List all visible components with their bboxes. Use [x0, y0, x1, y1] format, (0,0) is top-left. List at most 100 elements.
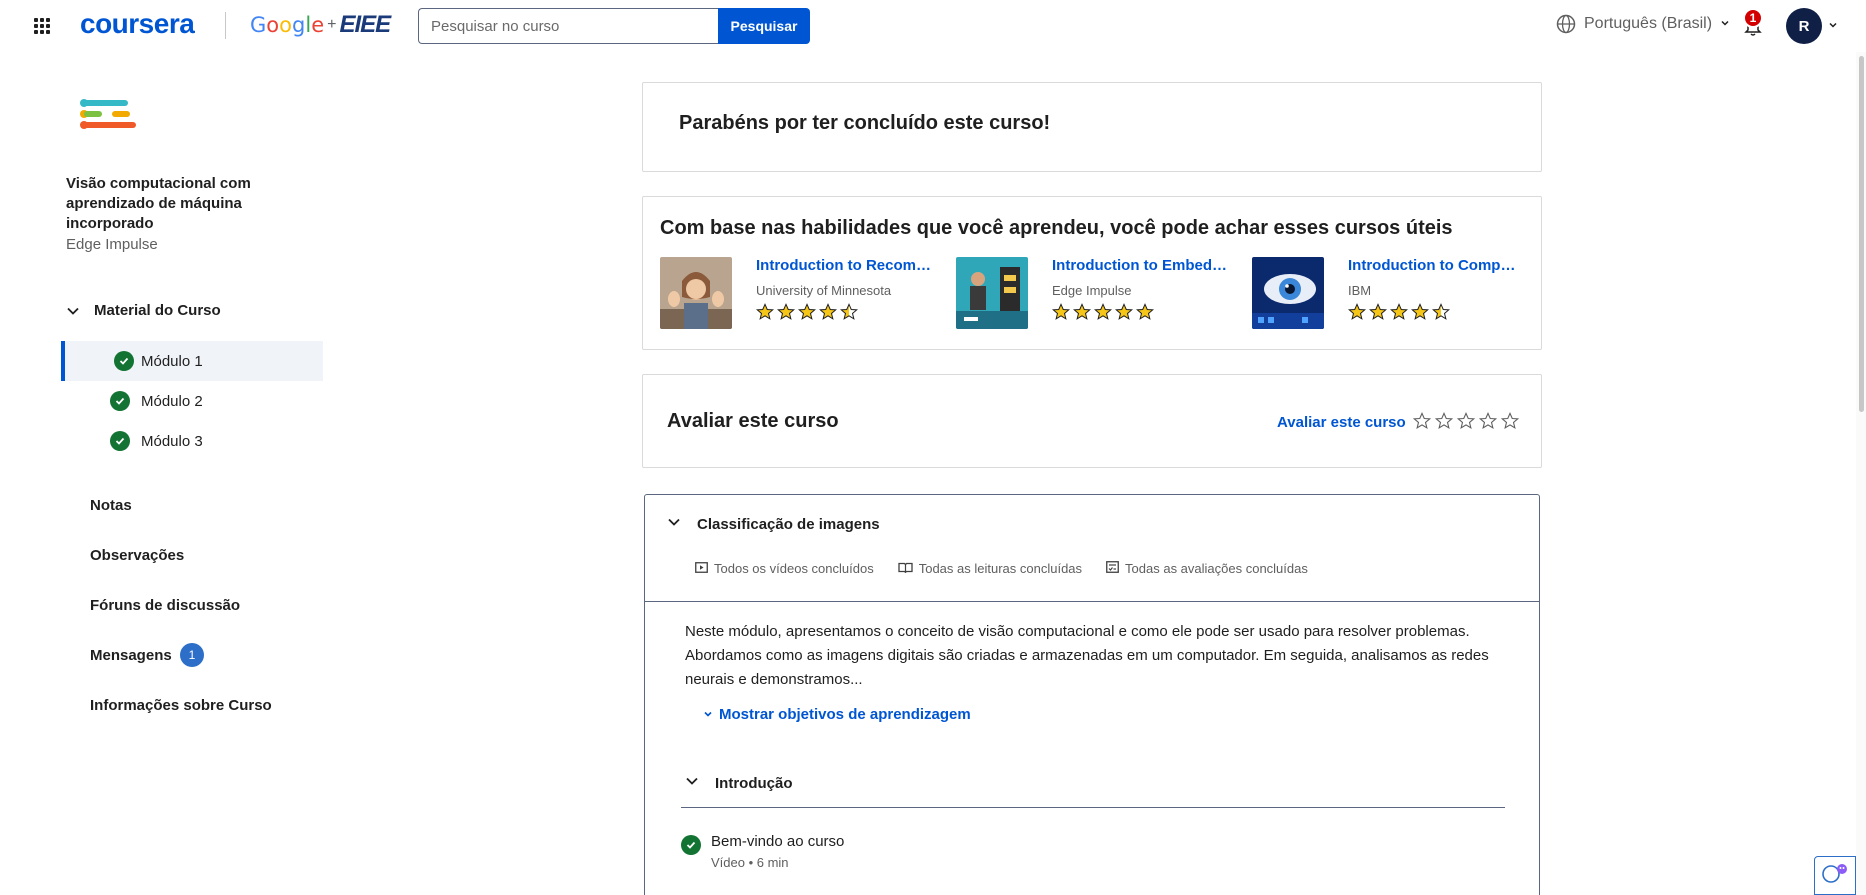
sidebar-item-modulo-2[interactable]: Módulo 2 [61, 381, 323, 421]
language-label: Português (Brasil) [1584, 15, 1713, 32]
star-full-icon [1369, 303, 1387, 326]
apps-grid-icon[interactable] [34, 18, 50, 34]
course-thumbnail[interactable] [1252, 257, 1324, 329]
notification-badge[interactable]: 1 [1743, 8, 1763, 28]
star-half-icon [1432, 303, 1450, 326]
chevron-down-icon [667, 515, 681, 533]
rating-stars [756, 303, 858, 326]
sidebar-item-modulo-3[interactable]: Módulo 3 [61, 421, 323, 461]
star-full-icon [819, 303, 837, 326]
star-outline-icon[interactable] [1478, 412, 1498, 435]
stat-assessments-label: Todas as avaliações concluídas [1125, 561, 1308, 576]
chevron-down-icon [66, 304, 80, 318]
search-input[interactable] [418, 8, 718, 44]
stat-videos-label: Todos os vídeos concluídos [714, 561, 874, 576]
recommended-course[interactable]: Introduction to Embedded Machine Learnin… [956, 257, 1246, 329]
star-outline-icon[interactable] [1434, 412, 1454, 435]
recommended-course[interactable]: Introduction to Computer Vision IBM [1252, 257, 1542, 329]
page-scrollbar-thumb[interactable] [1859, 56, 1864, 412]
star-full-icon [1073, 303, 1091, 326]
search-button[interactable]: Pesquisar [718, 8, 810, 44]
partner-logo: Google + EIEE [250, 11, 391, 39]
partner-logo-google: Google [250, 13, 325, 37]
star-full-icon [1411, 303, 1429, 326]
course-material-label: Material do Curso [94, 302, 221, 319]
star-full-icon [756, 303, 774, 326]
star-full-icon [1094, 303, 1112, 326]
lesson-group-toggle[interactable]: Introdução [685, 774, 793, 792]
rate-course-card: Avaliar este curso Avaliar este curso [642, 374, 1542, 468]
recommendations-card: Com base nas habilidades que você aprend… [642, 196, 1542, 350]
help-icon [1821, 861, 1849, 890]
rate-course-link[interactable]: Avaliar este curso [1277, 414, 1406, 431]
sidebar-link-notas[interactable]: Notas [90, 497, 132, 514]
star-full-icon [1390, 303, 1408, 326]
sidebar-link-informacoes[interactable]: Informações sobre Curso [90, 697, 272, 714]
lesson-title[interactable]: Bem-vindo ao curso [711, 833, 844, 850]
recommended-course-name[interactable]: Introduction to Embedded Machine Learnin… [1052, 257, 1227, 274]
coursera-logo[interactable]: coursera [80, 8, 195, 40]
globe-icon [1556, 14, 1576, 34]
check-circle-icon [114, 351, 134, 371]
module-card: Classificação de imagens Todos os vídeos… [644, 494, 1540, 895]
star-outline-icon[interactable] [1456, 412, 1476, 435]
recommended-course-partner: IBM [1348, 283, 1372, 298]
congrats-card: Parabéns por ter concluído este curso! [642, 82, 1542, 172]
course-logo [78, 97, 138, 141]
course-thumbnail[interactable] [660, 257, 732, 329]
star-outline-icon[interactable] [1500, 412, 1520, 435]
show-objectives-button[interactable]: Mostrar objetivos de aprendizagem [703, 706, 971, 723]
stat-readings-label: Todas as leituras concluídas [918, 561, 1083, 576]
star-full-icon [798, 303, 816, 326]
sidebar-link-observacoes[interactable]: Observações [90, 547, 184, 564]
sidebar-item-label: Módulo 1 [141, 352, 203, 370]
rating-stars [1052, 303, 1154, 326]
sidebar-item-label: Módulo 3 [141, 432, 203, 450]
partner-logo-eiee: EIEE [339, 11, 391, 38]
course-title[interactable]: Visão computacional com aprendizado de m… [66, 174, 276, 234]
star-full-icon [1136, 303, 1154, 326]
sidebar-link-foruns[interactable]: Fóruns de discussão [90, 597, 240, 614]
rate-course-stars[interactable] [1412, 412, 1520, 435]
course-material-toggle[interactable]: Material do Curso [66, 302, 221, 319]
messages-count-badge: 1 [180, 643, 204, 667]
module-toggle[interactable]: Classificação de imagens [667, 515, 880, 533]
check-circle-icon [681, 835, 701, 855]
star-full-icon [1348, 303, 1366, 326]
course-provider: Edge Impulse [66, 236, 158, 253]
avatar[interactable]: R [1786, 8, 1822, 44]
quiz-icon [1106, 561, 1119, 576]
course-thumbnail[interactable] [956, 257, 1028, 329]
star-outline-icon[interactable] [1412, 412, 1432, 435]
avatar-chevron-down-icon[interactable] [1828, 20, 1838, 33]
language-selector[interactable]: Português (Brasil) [1556, 14, 1730, 34]
recommended-course-name[interactable]: Introduction to Recommender Systems [756, 257, 931, 274]
sidebar-item-modulo-1[interactable]: Módulo 1 [61, 341, 323, 381]
lesson-group-title: Introdução [715, 774, 793, 792]
lesson-group: Introdução [681, 774, 1505, 808]
check-circle-icon [110, 391, 130, 411]
sidebar-link-mensagens[interactable]: Mensagens [90, 647, 172, 664]
module-description: Neste módulo, apresentamos o conceito de… [685, 623, 1489, 688]
recommended-course[interactable]: Introduction to Recommender Systems Univ… [660, 257, 950, 329]
recommended-course-name[interactable]: Introduction to Computer Vision [1348, 257, 1523, 274]
rate-course-title: Avaliar este curso [667, 410, 839, 432]
stat-assessments: Todas as avaliações concluídas [1106, 561, 1308, 576]
sidebar-item-label: Módulo 2 [141, 392, 203, 410]
chevron-down-icon [685, 774, 699, 792]
recommended-course-partner: Edge Impulse [1052, 283, 1132, 298]
module-header: Classificação de imagens Todos os vídeos… [645, 495, 1539, 602]
partner-logo-plus: + [327, 16, 337, 33]
video-icon [695, 561, 708, 576]
star-full-icon [777, 303, 795, 326]
help-widget[interactable] [1814, 856, 1856, 895]
lesson-meta: Vídeo • 6 min [711, 855, 789, 870]
top-header: coursera Google + EIEE Pesquisar Portugu… [0, 0, 1866, 52]
module-stats: Todos os vídeos concluídos Todas as leit… [695, 561, 1308, 576]
show-objectives-label: Mostrar objetivos de aprendizagem [719, 706, 971, 723]
stat-readings: Todas as leituras concluídas [898, 561, 1082, 576]
star-full-icon [1115, 303, 1133, 326]
book-icon [898, 561, 913, 576]
recommended-course-partner: University of Minnesota [756, 283, 892, 298]
star-half-icon [840, 303, 858, 326]
